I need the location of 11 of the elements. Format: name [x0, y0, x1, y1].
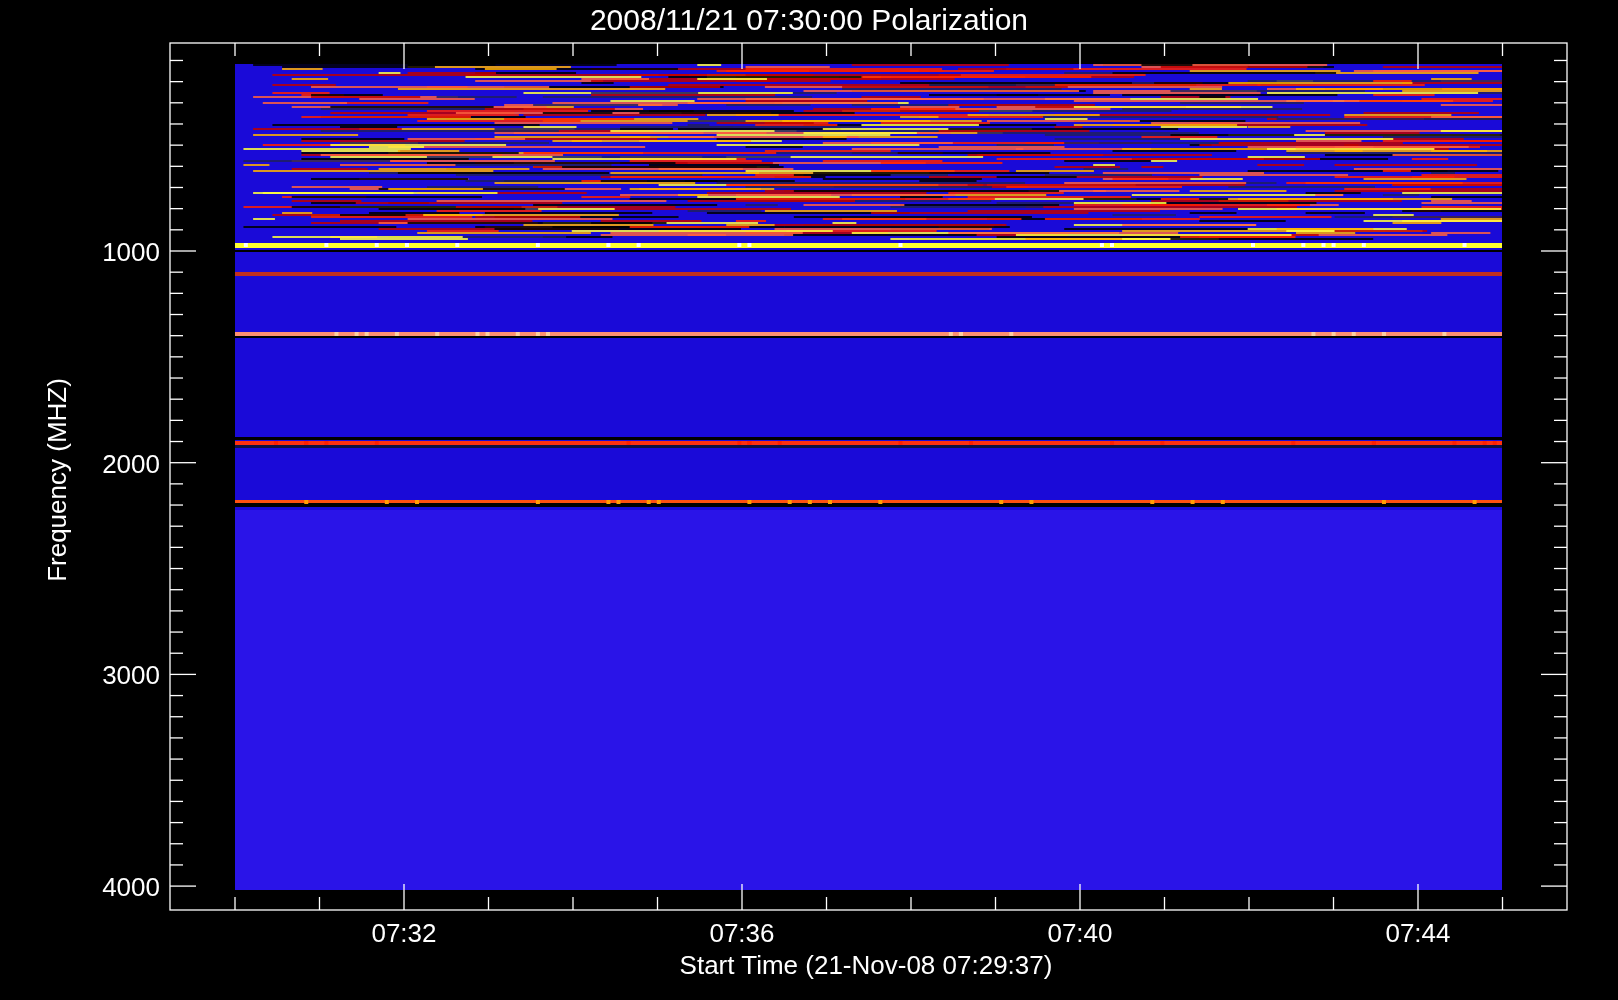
x-tick-label: 07:32	[371, 918, 437, 948]
y-tick-label: 2000	[102, 448, 160, 479]
x-tick-label: 07:40	[1047, 918, 1113, 948]
y-tick-label: 3000	[102, 660, 160, 691]
y-axis-label: Frequency (MHZ)	[42, 378, 72, 582]
plot-title: 2008/11/21 07:30:00 Polarization	[589, 3, 1029, 36]
y-tick-label: 1000	[102, 237, 160, 267]
y-tick-label: 4000	[102, 872, 160, 903]
x-axis-label: Start Time (21-Nov-08 07:29:37)	[679, 950, 1053, 980]
x-tick-label: 07:44	[1385, 918, 1451, 948]
x-tick-label: 07:36	[709, 918, 775, 948]
